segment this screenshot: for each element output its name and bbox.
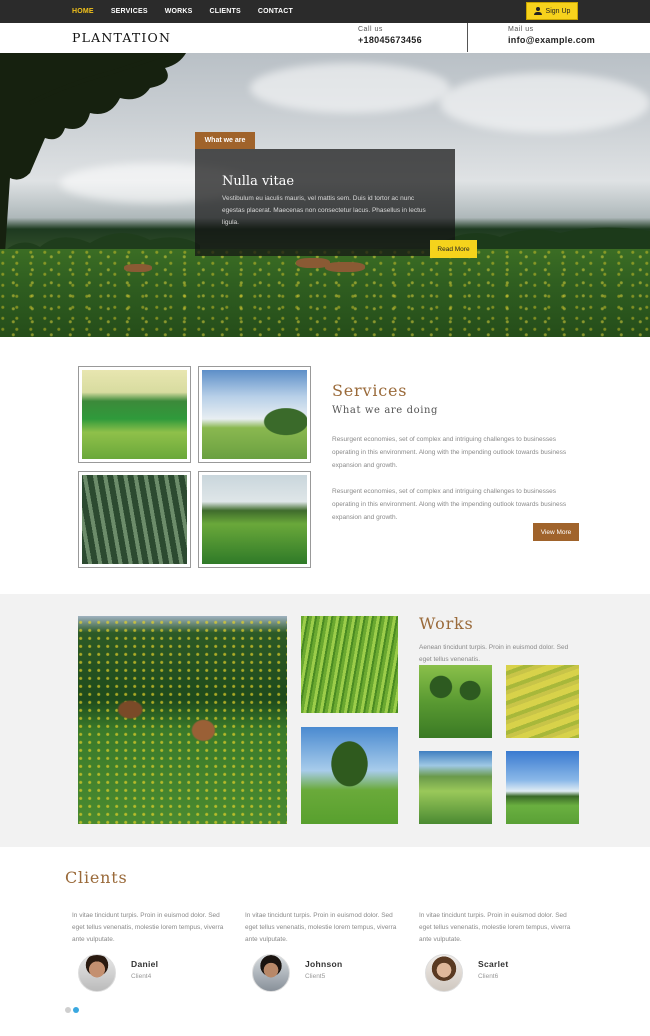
site-header: PLANTATION Call us +18045673456 Mail us … bbox=[0, 23, 650, 53]
avatar bbox=[78, 954, 116, 992]
services-subtitle: What we are doing bbox=[332, 405, 439, 416]
call-value: +18045673456 bbox=[358, 35, 422, 45]
nav-clients[interactable]: CLIENTS bbox=[210, 8, 241, 15]
carousel-dot-1[interactable] bbox=[65, 1007, 71, 1013]
client-role: Client5 bbox=[305, 973, 326, 980]
client-name: Daniel bbox=[131, 959, 159, 969]
call-block: Call us +18045673456 bbox=[358, 26, 422, 45]
avatar bbox=[425, 954, 463, 992]
services-title: Services bbox=[332, 381, 408, 400]
works-image-meadow[interactable] bbox=[506, 751, 579, 824]
site-logo[interactable]: PLANTATION bbox=[72, 30, 171, 45]
client-testimonial: In vitae tincidunt turpis. Proin in euis… bbox=[245, 912, 397, 943]
call-label: Call us bbox=[358, 26, 383, 33]
nav-contact[interactable]: CONTACT bbox=[258, 8, 293, 15]
hero-text: Vestibulum eu iaculis mauris, vel mattis… bbox=[222, 195, 426, 226]
mail-label: Mail us bbox=[508, 26, 534, 33]
works-image-cattle[interactable] bbox=[78, 616, 287, 824]
nav-home[interactable]: HOME bbox=[72, 8, 94, 15]
header-divider bbox=[467, 23, 468, 52]
signup-button[interactable]: Sign Up bbox=[526, 2, 578, 20]
tree-silhouette bbox=[0, 53, 186, 253]
cow bbox=[124, 264, 152, 272]
view-more-button[interactable]: View More bbox=[533, 523, 579, 541]
works-image-valley[interactable] bbox=[419, 751, 492, 824]
client-testimonial: In vitae tincidunt turpis. Proin in euis… bbox=[72, 912, 224, 943]
hero-title: Nulla vitae bbox=[222, 174, 295, 189]
works-image-tree[interactable] bbox=[301, 727, 398, 824]
cloud bbox=[440, 73, 650, 133]
nav-services[interactable]: SERVICES bbox=[111, 8, 148, 15]
services-paragraph-1: Resurgent economies, set of complex and … bbox=[332, 436, 567, 469]
main-nav: HOME SERVICES WORKS CLIENTS CONTACT bbox=[72, 0, 310, 23]
service-image-tractor[interactable] bbox=[78, 366, 191, 463]
works-image-hills[interactable] bbox=[506, 665, 579, 738]
hero-badge: What we are bbox=[195, 132, 255, 149]
mail-block: Mail us info@example.com bbox=[508, 26, 595, 45]
nav-works[interactable]: WORKS bbox=[165, 8, 193, 15]
service-image-crop-rows[interactable] bbox=[78, 471, 191, 568]
cow bbox=[325, 262, 365, 272]
service-image-green-field[interactable] bbox=[198, 471, 311, 568]
top-nav-bar: HOME SERVICES WORKS CLIENTS CONTACT Sign… bbox=[0, 0, 650, 23]
client-role: Client6 bbox=[478, 973, 499, 980]
signup-label: Sign Up bbox=[545, 7, 571, 15]
works-text: Aenean tincidunt turpis. Proin in euismo… bbox=[419, 644, 569, 663]
mail-value[interactable]: info@example.com bbox=[508, 35, 595, 45]
client-testimonial: In vitae tincidunt turpis. Proin in euis… bbox=[419, 912, 571, 943]
read-more-button[interactable]: Read More bbox=[430, 240, 477, 258]
user-icon bbox=[533, 7, 542, 15]
hero-caption-box: Nulla vitae Vestibulum eu iaculis mauris… bbox=[195, 149, 455, 256]
client-name: Scarlet bbox=[478, 959, 509, 969]
clients-title: Clients bbox=[65, 868, 128, 887]
works-image-palms[interactable] bbox=[419, 665, 492, 738]
works-image-wheat[interactable] bbox=[301, 616, 398, 713]
client-role: Client4 bbox=[131, 973, 152, 980]
services-paragraph-2: Resurgent economies, set of complex and … bbox=[332, 488, 567, 521]
avatar bbox=[252, 954, 290, 992]
carousel-dot-2[interactable] bbox=[73, 1007, 79, 1013]
client-name: Johnson bbox=[305, 959, 343, 969]
works-title: Works bbox=[419, 614, 474, 633]
cloud bbox=[250, 63, 450, 113]
service-image-tree-field[interactable] bbox=[198, 366, 311, 463]
